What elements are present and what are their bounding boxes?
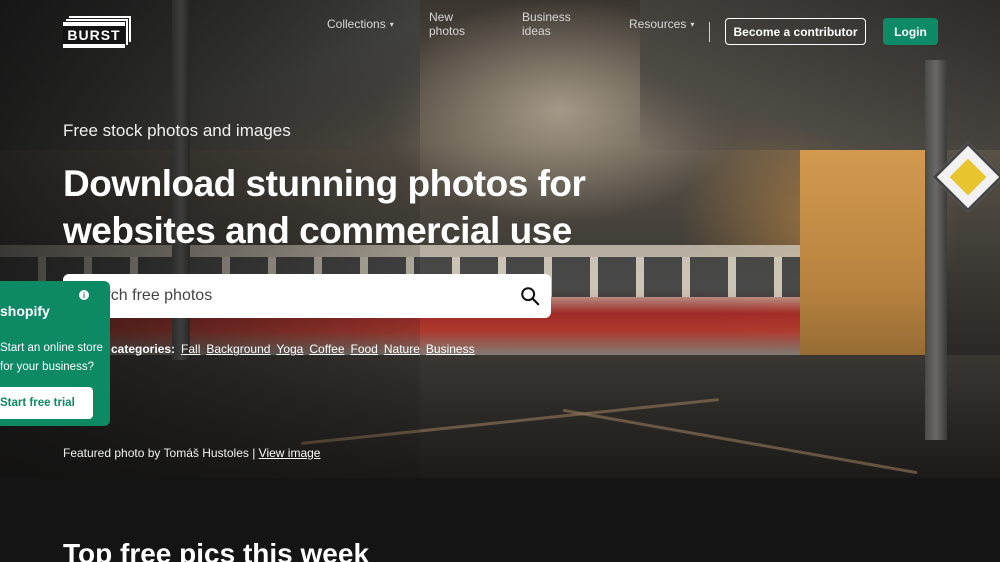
support-pillar — [925, 60, 947, 440]
nav-collections-label: Collections — [327, 17, 386, 31]
promo-brand: shopify — [0, 303, 50, 319]
start-free-trial-button[interactable]: Start free trial — [0, 387, 93, 419]
nav-resources[interactable]: Resources ▾ — [629, 16, 694, 32]
chevron-down-icon: ▾ — [389, 19, 394, 29]
photo-credit: Featured photo by Tomáš Hustoles | View … — [63, 446, 320, 460]
kiosk-building — [800, 150, 930, 380]
popular-categories: Popular categories: Fall Background Yoga… — [63, 342, 481, 356]
nav-business-ideas-label: Business ideas — [522, 10, 571, 38]
category-link-coffee[interactable]: Coffee — [309, 342, 344, 356]
search-bar — [63, 274, 551, 318]
chevron-down-icon: ▾ — [690, 19, 695, 29]
nav-business-ideas[interactable]: Business ideas — [522, 10, 571, 38]
become-contributor-button[interactable]: Become a contributor — [725, 18, 866, 45]
category-link-business[interactable]: Business — [426, 342, 475, 356]
view-image-link[interactable]: View image — [259, 446, 321, 460]
login-button[interactable]: Login — [883, 18, 938, 45]
section-title: Top free pics this week — [63, 538, 370, 562]
photo-credit-text: Featured photo by Tomáš Hustoles | — [63, 446, 259, 460]
category-link-background[interactable]: Background — [206, 342, 270, 356]
info-icon[interactable]: i — [79, 290, 89, 300]
nav-divider — [709, 22, 710, 42]
nav-collections[interactable]: Collections ▾ — [327, 16, 394, 32]
logo-text: BURST — [63, 26, 125, 44]
search-input[interactable] — [77, 274, 507, 318]
promo-text: Start an online store for your business? — [0, 342, 103, 373]
search-icon[interactable] — [519, 285, 541, 307]
nav-new-photos[interactable]: New photos — [429, 10, 465, 38]
category-link-fall[interactable]: Fall — [181, 342, 200, 356]
nav-resources-label: Resources — [629, 17, 687, 31]
hero-headline: Download stunning photos for websites an… — [63, 163, 586, 251]
burst-logo[interactable]: BURST — [63, 16, 131, 48]
logo-mark: BURST — [63, 22, 125, 48]
category-link-nature[interactable]: Nature — [384, 342, 420, 356]
category-link-yoga[interactable]: Yoga — [276, 342, 303, 356]
shopify-promo-card: shopify i Start an online store for your… — [0, 281, 110, 426]
category-link-food[interactable]: Food — [351, 342, 378, 356]
hero-kicker: Free stock photos and images — [63, 121, 291, 140]
start-free-trial-label: Start free trial — [0, 397, 75, 409]
nav-new-photos-label: New photos — [429, 10, 466, 38]
